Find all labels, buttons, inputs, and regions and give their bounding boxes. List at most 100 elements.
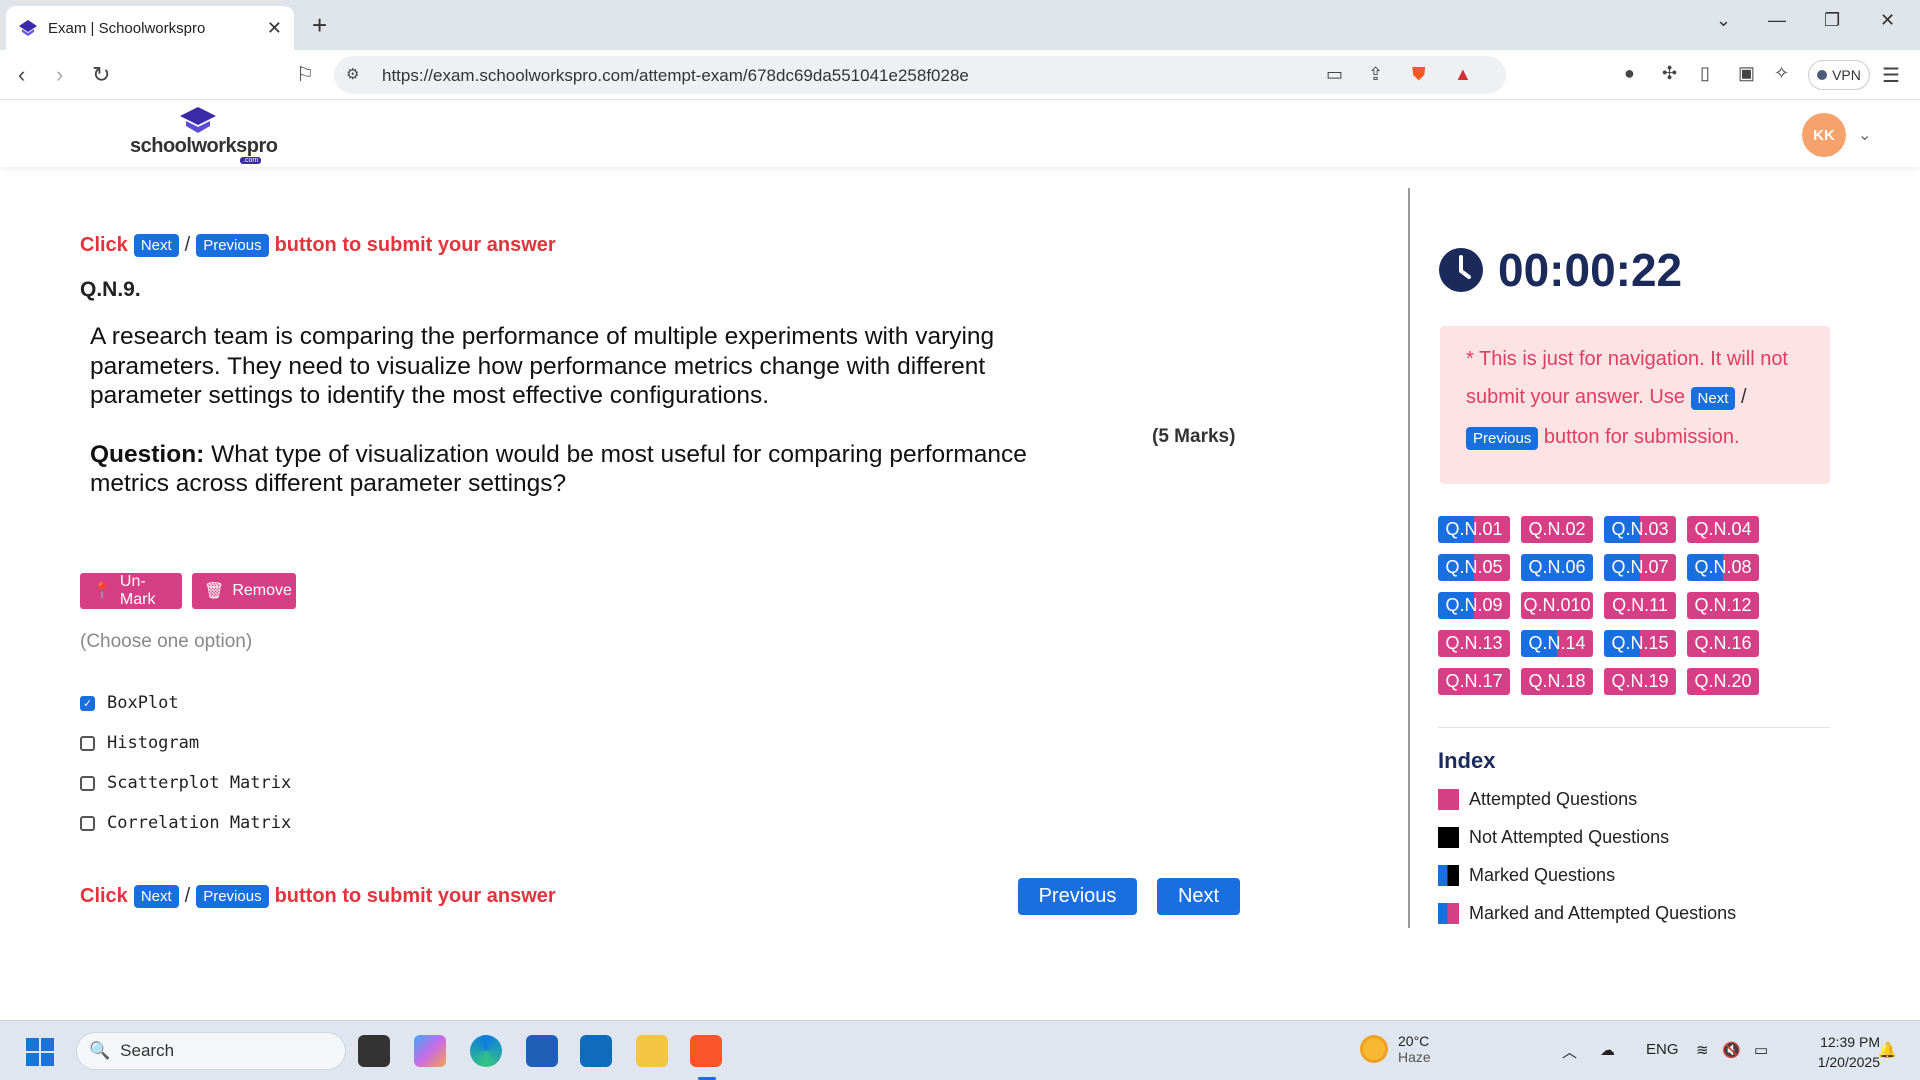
reload-icon[interactable]: ↻ xyxy=(92,62,110,88)
file-explorer-icon[interactable] xyxy=(636,1035,668,1067)
option-correlation-matrix[interactable]: Correlation Matrix xyxy=(80,813,291,833)
maximize-icon[interactable]: ❐ xyxy=(1824,10,1840,31)
notice-text: * This is just for navigation. It will n… xyxy=(1466,348,1788,408)
cast-icon[interactable]: ▭ xyxy=(1326,64,1343,85)
question-nav-button[interactable]: Q.N.16 xyxy=(1687,630,1759,657)
copilot-icon[interactable] xyxy=(414,1035,446,1067)
question-nav-button[interactable]: Q.N.13 xyxy=(1438,630,1510,657)
question-nav-button[interactable]: Q.N.15 xyxy=(1604,630,1676,657)
question-nav-button[interactable]: Q.N.09 xyxy=(1438,592,1510,619)
question-nav-button[interactable]: Q.N.19 xyxy=(1604,668,1676,695)
instruction-click: Click xyxy=(80,234,128,256)
vpn-status-icon xyxy=(1817,70,1828,80)
notice-next-badge: Next xyxy=(1690,387,1736,410)
question-label: Question: xyxy=(90,440,205,468)
notification-bell-icon[interactable]: 🔔 xyxy=(1878,1041,1897,1059)
system-clock[interactable]: 12:39 PM 1/20/2025 xyxy=(1800,1032,1880,1072)
question-nav-button[interactable]: Q.N.06 xyxy=(1521,554,1593,581)
clock-date: 1/20/2025 xyxy=(1817,1054,1880,1070)
browser-tab-bar: Exam | Schoolworkspro ✕ + ⌄ — ❐ ✕ xyxy=(0,0,1920,50)
url-text[interactable]: https://exam.schoolworkspro.com/attempt-… xyxy=(382,66,969,86)
option-scatterplot-matrix[interactable]: Scatterplot Matrix xyxy=(80,773,291,793)
address-bar[interactable]: ⚙ https://exam.schoolworkspro.com/attemp… xyxy=(334,56,1506,94)
question-nav-button[interactable]: Q.N.02 xyxy=(1521,516,1593,543)
leo-ai-icon[interactable]: ✧ xyxy=(1774,63,1789,84)
close-window-icon[interactable]: ✕ xyxy=(1880,10,1895,31)
index-label: Not Attempted Questions xyxy=(1469,827,1670,847)
option-boxplot[interactable]: ✓ BoxPlot xyxy=(80,693,179,713)
checkbox-icon[interactable] xyxy=(80,815,95,831)
question-nav-button[interactable]: Q.N.11 xyxy=(1604,592,1676,619)
checkbox-icon[interactable] xyxy=(80,735,95,751)
minimize-icon[interactable]: — xyxy=(1768,10,1786,31)
question-nav-button[interactable]: Q.N.18 xyxy=(1521,668,1593,695)
share-icon[interactable]: ⇪ xyxy=(1368,64,1383,85)
vpn-button[interactable]: VPN xyxy=(1808,60,1870,90)
next-button[interactable]: Next xyxy=(1157,878,1240,915)
avatar[interactable]: KK xyxy=(1802,113,1846,157)
panel-divider xyxy=(1408,188,1410,928)
wifi-icon[interactable]: ≋ xyxy=(1696,1041,1709,1059)
question-nav-button[interactable]: Q.N.17 xyxy=(1438,668,1510,695)
question-nav-button[interactable]: Q.N.12 xyxy=(1687,592,1759,619)
windows-start-icon[interactable] xyxy=(26,1038,54,1066)
brave-shields-icon[interactable]: ⛊ xyxy=(1412,64,1426,85)
brave-icon[interactable] xyxy=(690,1035,722,1067)
cookie-extension-icon[interactable]: ● xyxy=(1624,63,1635,84)
onedrive-icon[interactable]: ☁ xyxy=(1600,1041,1615,1059)
question-body: A research team is comparing the perform… xyxy=(90,322,1070,499)
question-nav-button[interactable]: Q.N.07 xyxy=(1604,554,1676,581)
menu-icon[interactable]: ☰ xyxy=(1882,63,1900,88)
unmark-button[interactable]: 📍 Un-Mark xyxy=(80,573,182,609)
tab-list-chevron-icon[interactable]: ⌄ xyxy=(1716,10,1731,31)
outlook-icon[interactable] xyxy=(580,1035,612,1067)
not-attempted-swatch xyxy=(1438,827,1459,848)
marked-attempted-swatch xyxy=(1438,903,1459,924)
question-nav-button[interactable]: Q.N.08 xyxy=(1687,554,1759,581)
sidebar-icon[interactable]: ▯ xyxy=(1700,63,1710,84)
question-nav-button[interactable]: Q.N.03 xyxy=(1604,516,1676,543)
site-settings-icon[interactable]: ⚙ xyxy=(346,65,359,83)
store-icon[interactable] xyxy=(526,1035,558,1067)
task-view-icon[interactable] xyxy=(358,1035,390,1067)
pin-icon: 📍 xyxy=(92,583,112,600)
chevron-down-icon[interactable]: ⌄ xyxy=(1858,125,1871,145)
clock-time: 12:39 PM xyxy=(1820,1034,1880,1050)
option-label: BoxPlot xyxy=(107,693,179,713)
question-nav-button[interactable]: Q.N.04 xyxy=(1687,516,1759,543)
battery-icon[interactable]: ▭ xyxy=(1754,1041,1768,1059)
brave-rewards-icon[interactable]: ▲ xyxy=(1454,64,1472,85)
schoolworkspro-logo[interactable]: schoolworkspro .com xyxy=(128,107,278,164)
back-icon[interactable]: ‹ xyxy=(18,62,25,88)
instruction-slash: / xyxy=(184,885,191,907)
question-nav-button[interactable]: Q.N.05 xyxy=(1438,554,1510,581)
question-nav-button[interactable]: Q.N.20 xyxy=(1687,668,1759,695)
unmark-label: Un-Mark xyxy=(119,573,156,608)
edge-icon[interactable] xyxy=(470,1035,502,1067)
taskbar-search[interactable]: 🔍 Search xyxy=(76,1032,346,1070)
remove-label: Remove xyxy=(232,582,292,599)
bookmark-icon[interactable]: ⚐ xyxy=(296,62,314,87)
wallet-icon[interactable]: ▣ xyxy=(1738,63,1755,84)
extensions-icon[interactable]: ✣ xyxy=(1662,63,1677,84)
weather-temp: 20°C xyxy=(1398,1033,1430,1049)
weather-widget[interactable]: 20°C Haze xyxy=(1360,1033,1431,1065)
question-nav-button[interactable]: Q.N.01 xyxy=(1438,516,1510,543)
language-indicator[interactable]: ENG xyxy=(1646,1041,1679,1058)
forward-icon[interactable]: › xyxy=(56,62,63,88)
instruction-click: Click xyxy=(80,885,128,907)
remove-button[interactable]: 🗑 Remove xyxy=(192,573,296,609)
question-nav-button[interactable]: Q.N.010 xyxy=(1521,592,1593,619)
checkbox-checked-icon[interactable]: ✓ xyxy=(80,695,95,711)
volume-muted-icon[interactable]: 🔇 xyxy=(1722,1041,1741,1059)
browser-tab[interactable]: Exam | Schoolworkspro ✕ xyxy=(6,6,294,50)
new-tab-icon[interactable]: + xyxy=(312,10,327,41)
notice-previous-badge: Previous xyxy=(1466,427,1539,450)
close-tab-icon[interactable]: ✕ xyxy=(267,18,282,39)
checkbox-icon[interactable] xyxy=(80,775,95,791)
previous-button[interactable]: Previous xyxy=(1018,878,1137,915)
search-placeholder: Search xyxy=(120,1041,175,1060)
tray-chevron-icon[interactable]: ︿ xyxy=(1562,1041,1577,1062)
option-histogram[interactable]: Histogram xyxy=(80,733,199,753)
question-nav-button[interactable]: Q.N.14 xyxy=(1521,630,1593,657)
